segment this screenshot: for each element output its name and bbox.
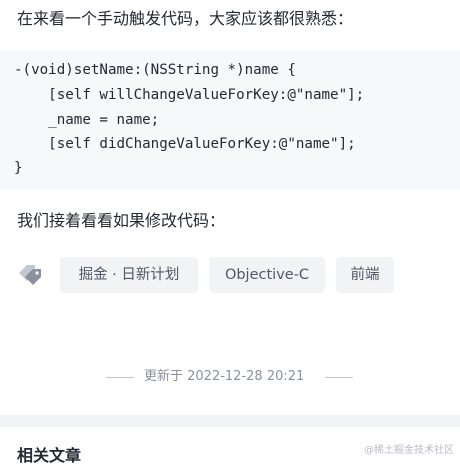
code-line: [self didChangeValueForKey:@"name"]; <box>14 136 356 152</box>
tag-icon <box>19 265 41 285</box>
related-articles-title: 相关文章 <box>17 446 82 465</box>
divider-line-right <box>325 377 353 378</box>
watermark: @稀土掘金技术社区 <box>364 445 454 456</box>
code-line: -(void)setName:(NSString *)name { <box>14 62 296 78</box>
tag-rixin-plan[interactable]: 掘金 · 日新计划 <box>60 257 198 293</box>
tag-frontend[interactable]: 前端 <box>336 257 394 293</box>
article-paragraph: 我们接着看看如果修改代码： <box>17 211 226 230</box>
code-block: -(void)setName:(NSString *)name { [self … <box>0 50 460 190</box>
tag-objective-c[interactable]: Objective-C <box>209 257 325 293</box>
code-line: _name = name; <box>14 112 160 128</box>
code-line: [self willChangeValueForKey:@"name"]; <box>14 87 365 103</box>
code-line: } <box>14 160 23 176</box>
divider-line-left <box>106 377 134 378</box>
updated-time: 更新于 2022-12-28 20:21 <box>0 366 460 388</box>
updated-time-text: 更新于 2022-12-28 20:21 <box>144 369 305 384</box>
section-divider <box>0 415 460 427</box>
article-intro-text: 在来看一个手动触发代码，大家应该都很熟悉： <box>17 9 354 28</box>
